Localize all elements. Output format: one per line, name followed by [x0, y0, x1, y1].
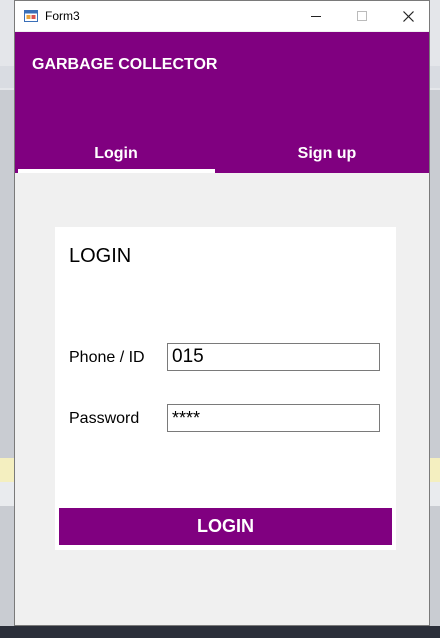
- password-label: Password: [69, 410, 140, 427]
- phone-label: Phone / ID: [69, 349, 145, 366]
- title-bar: Form3: [15, 1, 429, 31]
- tab-signup[interactable]: Sign up: [227, 141, 427, 167]
- active-tab-indicator: [18, 169, 215, 173]
- tab-login[interactable]: Login: [17, 141, 215, 167]
- app-title: GARBAGE COLLECTOR: [32, 56, 218, 73]
- close-icon: [402, 10, 414, 22]
- password-input[interactable]: [167, 404, 380, 432]
- app-header: GARBAGE COLLECTOR Login Sign up: [15, 32, 429, 173]
- close-button[interactable]: [385, 1, 431, 31]
- maximize-button[interactable]: [339, 1, 385, 31]
- window-title: Form3: [45, 9, 80, 23]
- phone-input[interactable]: [167, 343, 380, 371]
- app-icon: [24, 9, 38, 23]
- minimize-button[interactable]: [293, 1, 339, 31]
- minimize-icon: [311, 16, 321, 17]
- ide-statusbar: [0, 626, 440, 638]
- login-button[interactable]: LOGIN: [59, 508, 392, 545]
- login-heading: LOGIN: [69, 245, 132, 267]
- form-window: Form3 GARBAGE COLLECTOR Login Sign up LO…: [14, 0, 430, 626]
- login-card: LOGIN Phone / ID Password LOGIN: [55, 227, 396, 550]
- maximize-icon: [357, 11, 367, 21]
